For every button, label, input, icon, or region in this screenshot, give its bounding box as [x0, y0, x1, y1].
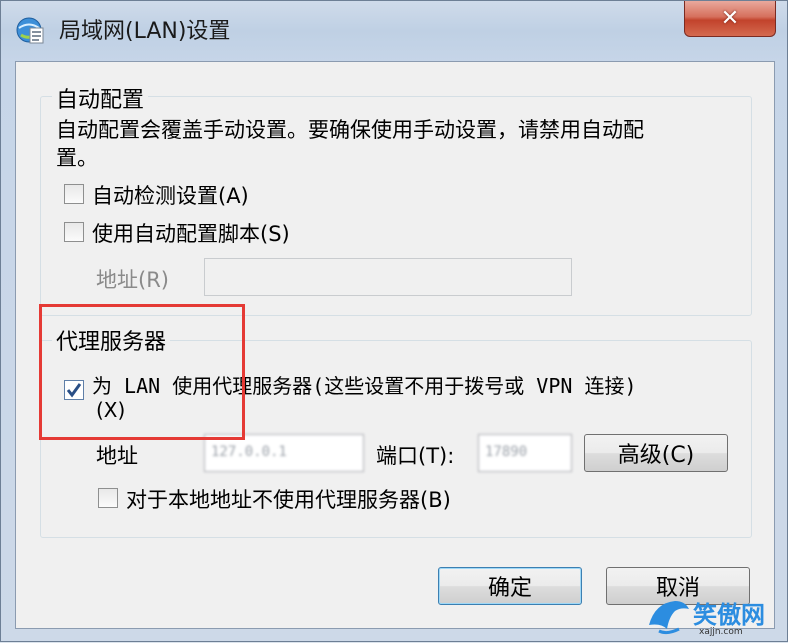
use-proxy-checkbox[interactable] [64, 380, 84, 400]
use-proxy-label-cont[interactable]: (X) [96, 398, 125, 422]
auto-detect-checkbox[interactable] [64, 184, 84, 204]
close-button[interactable]: ✕ [684, 1, 776, 37]
auto-config-description-cont: 置。 [56, 146, 98, 170]
watermark: 笑傲网 xajjn.com [645, 595, 787, 643]
advanced-button[interactable]: 高级(C) [584, 434, 728, 472]
auto-config-description: 自动配置会覆盖手动设置。要确保使用手动设置，请禁用自动配 [56, 118, 644, 142]
auto-detect-label[interactable]: 自动检测设置(A) [92, 180, 249, 210]
use-script-label[interactable]: 使用自动配置脚本(S) [92, 218, 290, 248]
dialog-content: 自动配置 自动配置会覆盖手动设置。要确保使用手动设置，请禁用自动配 置。 自动检… [15, 61, 775, 629]
port-label: 端口(T): [376, 444, 455, 468]
auto-config-group-label: 自动配置 [52, 82, 149, 114]
internet-options-icon [16, 17, 44, 44]
proxy-group-label: 代理服务器 [52, 324, 171, 356]
proxy-address-field[interactable]: 127.0.0.1 [204, 434, 364, 472]
watermark-url: xajjn.com [699, 627, 743, 637]
script-address-field[interactable] [204, 258, 572, 296]
bypass-local-checkbox[interactable] [98, 488, 118, 508]
lan-settings-dialog: 局域网(LAN)设置 ✕ 自动配置 自动配置会覆盖手动设置。要确保使用手动设置，… [0, 0, 788, 642]
window-title: 局域网(LAN)设置 [59, 19, 231, 44]
title-bar[interactable]: 局域网(LAN)设置 ✕ [1, 1, 787, 59]
use-proxy-label[interactable]: 为 LAN 使用代理服务器(这些设置不用于拨号或 VPN 连接) [92, 370, 637, 399]
watermark-text: 笑傲网 [693, 600, 765, 629]
use-script-checkbox[interactable] [64, 222, 84, 242]
close-icon: ✕ [720, 5, 740, 31]
script-address-label: 地址(R) [96, 268, 169, 292]
checkmark-icon [66, 383, 82, 398]
proxy-address-label: 地址 [96, 444, 138, 468]
port-field[interactable]: 17890 [478, 434, 572, 472]
bypass-local-label[interactable]: 对于本地地址不使用代理服务器(B) [126, 484, 451, 514]
dolphin-logo-icon [649, 601, 689, 635]
ok-button[interactable]: 确定 [438, 567, 582, 605]
